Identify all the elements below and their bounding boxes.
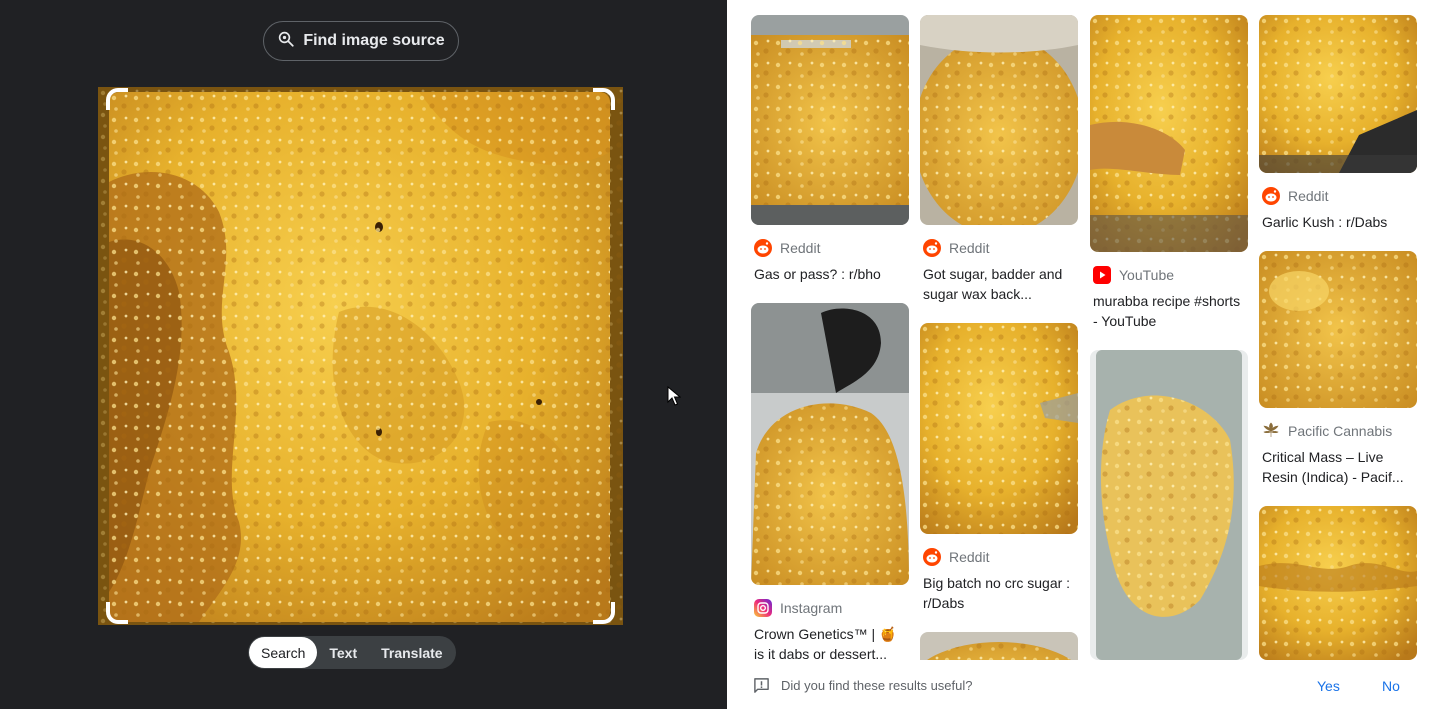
result-source: Reddit xyxy=(751,239,909,257)
result-thumbnail[interactable] xyxy=(920,632,1078,660)
result-thumbnail[interactable] xyxy=(1090,15,1248,252)
result-source: Reddit xyxy=(920,239,1078,257)
result-title[interactable]: Big batch no crc sugar : r/Dabs xyxy=(920,573,1078,613)
result-source-name: Reddit xyxy=(949,549,990,565)
reddit-icon xyxy=(923,239,941,257)
result-source-name: YouTube xyxy=(1119,267,1175,283)
result-source: YouTube xyxy=(1090,266,1248,284)
instagram-icon xyxy=(754,599,772,617)
result-title[interactable]: Crown Genetics™ | 🍯 is it dabs or desser… xyxy=(751,624,909,660)
result-thumbnail[interactable] xyxy=(920,15,1078,225)
lens-mode-tabs: Search Text Translate xyxy=(248,636,456,669)
feedback-icon xyxy=(754,678,769,693)
crop-selection[interactable] xyxy=(98,87,623,625)
reddit-icon xyxy=(754,239,772,257)
result-source: Reddit xyxy=(1259,187,1417,205)
result-card[interactable]: Reddit Got sugar, badder and sugar wax b… xyxy=(920,15,1078,304)
result-title[interactable]: Critical Mass – Live Resin (Indica) - Pa… xyxy=(1259,447,1417,487)
result-title[interactable]: Garlic Kush : r/Dabs xyxy=(1259,212,1417,232)
tab-translate[interactable]: Translate xyxy=(369,637,454,668)
result-card[interactable]: Pacific Cannabis Critical Mass – Live Re… xyxy=(1259,251,1417,487)
result-card[interactable] xyxy=(1090,350,1248,660)
result-thumbnail[interactable] xyxy=(1259,506,1417,660)
result-card[interactable]: Instagram Crown Genetics™ | 🍯 is it dabs… xyxy=(751,303,909,660)
result-card[interactable] xyxy=(1259,506,1417,660)
mouse-cursor-icon xyxy=(667,386,681,406)
result-thumbnail[interactable] xyxy=(1259,15,1417,173)
result-thumbnail[interactable] xyxy=(1090,350,1248,660)
result-source-name: Reddit xyxy=(949,240,990,256)
reddit-icon xyxy=(1262,187,1280,205)
result-title[interactable]: murabba recipe #shorts - YouTube xyxy=(1090,291,1248,331)
feedback-bar: Did you find these results useful? Yes N… xyxy=(727,660,1437,709)
result-source: Pacific Cannabis xyxy=(1259,422,1417,440)
result-source-name: Pacific Cannabis xyxy=(1288,423,1393,439)
result-thumbnail[interactable] xyxy=(920,323,1078,534)
crop-handle-top-right[interactable] xyxy=(593,88,615,110)
crop-handle-top-left[interactable] xyxy=(106,88,128,110)
result-thumbnail[interactable] xyxy=(751,15,909,225)
result-card[interactable]: Reddit Big batch no crc sugar : r/Dabs xyxy=(920,323,1078,613)
result-title[interactable]: Got sugar, badder and sugar wax back... xyxy=(920,264,1078,304)
selected-image-region xyxy=(109,92,610,622)
result-source: Instagram xyxy=(751,599,909,617)
result-source-name: Reddit xyxy=(1288,188,1329,204)
result-card[interactable]: YouTube murabba recipe #shorts - YouTube xyxy=(1090,15,1248,331)
result-thumbnail[interactable] xyxy=(751,303,909,585)
find-image-source-button[interactable]: Find image source xyxy=(263,21,459,61)
feedback-yes-button[interactable]: Yes xyxy=(1317,678,1340,694)
result-source-name: Reddit xyxy=(780,240,821,256)
result-source-name: Instagram xyxy=(780,600,843,616)
result-card[interactable]: Reddit Gas or pass? : r/bho xyxy=(751,15,909,284)
result-source: Reddit xyxy=(920,548,1078,566)
tab-search[interactable]: Search xyxy=(249,637,318,668)
feedback-no-button[interactable]: No xyxy=(1382,678,1400,694)
results-grid: Reddit Gas or pass? : r/bho Instagram Cr… xyxy=(727,0,1437,660)
find-image-source-label: Find image source xyxy=(303,32,445,49)
lens-image-pane: Find image source Search Text Translate xyxy=(0,0,727,709)
crop-handle-bottom-left[interactable] xyxy=(106,602,128,624)
result-title[interactable]: Gas or pass? : r/bho xyxy=(751,264,909,284)
lens-search-icon xyxy=(277,30,295,53)
result-card[interactable]: Reddit Garlic Kush : r/Dabs xyxy=(1259,15,1417,232)
feedback-question: Did you find these results useful? xyxy=(781,678,973,693)
reddit-icon xyxy=(923,548,941,566)
tab-text[interactable]: Text xyxy=(317,637,369,668)
youtube-icon xyxy=(1093,266,1111,284)
result-card[interactable] xyxy=(920,632,1078,660)
cannabis-leaf-icon xyxy=(1262,422,1280,440)
result-thumbnail[interactable] xyxy=(1259,251,1417,408)
visual-matches-pane: Reddit Gas or pass? : r/bho Instagram Cr… xyxy=(727,0,1437,709)
